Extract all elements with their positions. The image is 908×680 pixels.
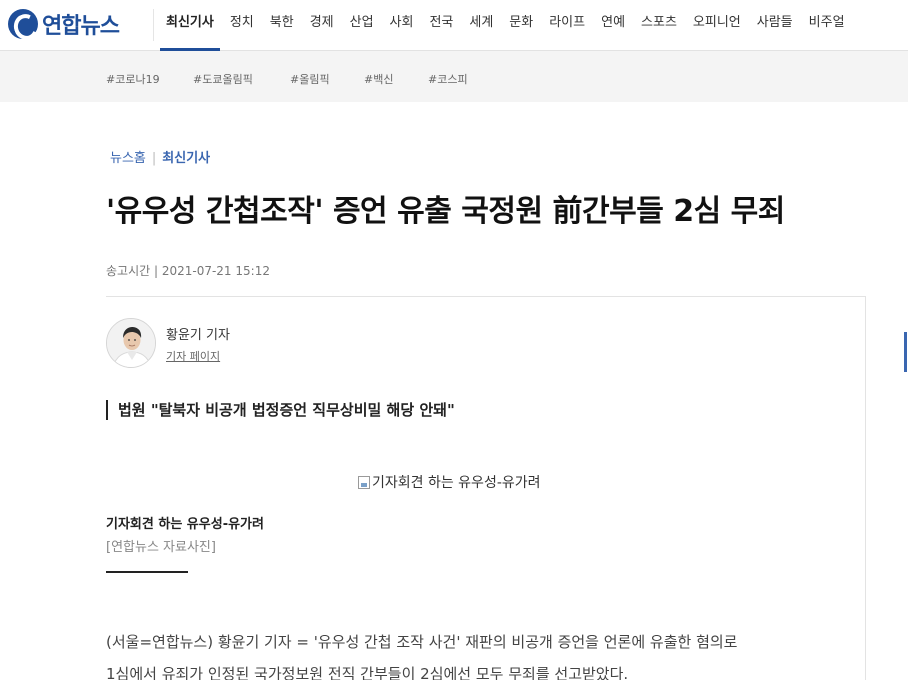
hashtag-link[interactable]: #코로나19 xyxy=(106,71,160,87)
nav-item-culture[interactable]: 문화 xyxy=(509,0,533,51)
nav-item-north-korea[interactable]: 북한 xyxy=(270,0,294,51)
nav-item-economy[interactable]: 경제 xyxy=(310,0,334,51)
sidebar-accent xyxy=(904,332,907,372)
nav-divider xyxy=(153,9,154,41)
nav-item-world[interactable]: 세계 xyxy=(469,0,493,51)
category-nav: 최신기사 정치 북한 경제 산업 사회 전국 세계 문화 라이프 연예 스포츠 … xyxy=(160,0,861,51)
body-paragraph: 1심에서 유죄가 인정된 국가정보원 전직 간부들이 2심에선 모두 무죄를 선… xyxy=(106,665,629,680)
nav-item-opinion[interactable]: 오피니언 xyxy=(693,0,741,51)
breadcrumb-current[interactable]: 최신기사 xyxy=(162,151,210,166)
nav-item-politics[interactable]: 정치 xyxy=(230,0,254,51)
photo-caption: 기자회견 하는 유우성-유가려 xyxy=(106,517,264,532)
sidebar-divider xyxy=(865,296,866,680)
breadcrumb: 뉴스홈 | 최신기사 xyxy=(110,147,210,166)
body-paragraph: (서울=연합뉴스) 황윤기 기자 = '유우성 간첩 조작 사건' 재판의 비공… xyxy=(106,633,738,651)
article-body: (서울=연합뉴스) 황윤기 기자 = '유우성 간첩 조작 사건' 재판의 비공… xyxy=(106,626,846,680)
photo-alt-text: 기자회견 하는 유우성-유가려 xyxy=(372,475,541,491)
hashtag-link[interactable]: #백신 xyxy=(364,71,393,87)
logo-text: 연합뉴스 xyxy=(42,14,120,39)
header-divider xyxy=(106,296,866,297)
nav-item-life[interactable]: 라이프 xyxy=(549,0,585,51)
hashtag-link[interactable]: #도쿄올림픽 xyxy=(193,71,253,87)
hashtag-link[interactable]: #올림픽 xyxy=(290,71,330,87)
breadcrumb-home[interactable]: 뉴스홈 xyxy=(110,151,146,166)
reporter-avatar[interactable] xyxy=(106,318,156,368)
reporter-name: 황윤기 기자 xyxy=(166,328,230,343)
article-headline: '유우성 간첩조작' 증언 유출 국정원 前간부들 2심 무죄 xyxy=(106,194,785,229)
article-subtitle: 법원 "탈북자 비공개 법정증언 직무상비밀 해당 안돼" xyxy=(106,400,455,420)
breadcrumb-separator: | xyxy=(151,151,157,166)
caption-divider xyxy=(106,571,188,573)
hashtag-link[interactable]: #코스피 xyxy=(428,71,468,87)
broken-image-icon xyxy=(358,475,370,489)
article-photo: 기자회견 하는 유우성-유가려 xyxy=(358,472,541,492)
hashtag-bar: #코로나19 #도쿄올림픽 #올림픽 #백신 #코스피 xyxy=(0,51,908,102)
nav-item-visual[interactable]: 비주얼 xyxy=(809,0,845,51)
nav-item-people[interactable]: 사람들 xyxy=(757,0,793,51)
reporter-photo-icon xyxy=(107,319,155,367)
top-navigation: 연합뉴스 최신기사 정치 북한 경제 산업 사회 전국 세계 문화 라이프 연예… xyxy=(0,0,908,51)
site-logo[interactable]: 연합뉴스 xyxy=(8,6,120,42)
nav-item-society[interactable]: 사회 xyxy=(390,0,414,51)
nav-item-sports[interactable]: 스포츠 xyxy=(641,0,677,51)
nav-item-entertainment[interactable]: 연예 xyxy=(601,0,625,51)
photo-source: [연합뉴스 자료사진] xyxy=(106,540,216,555)
logo-icon xyxy=(8,9,38,39)
nav-item-industry[interactable]: 산업 xyxy=(350,0,374,51)
reporter-page-link[interactable]: 기자 페이지 xyxy=(166,348,220,364)
publish-time: 송고시간 | 2021-07-21 15:12 xyxy=(106,264,270,278)
nav-item-latest[interactable]: 최신기사 xyxy=(160,0,220,51)
nav-item-nationwide[interactable]: 전국 xyxy=(429,0,453,51)
